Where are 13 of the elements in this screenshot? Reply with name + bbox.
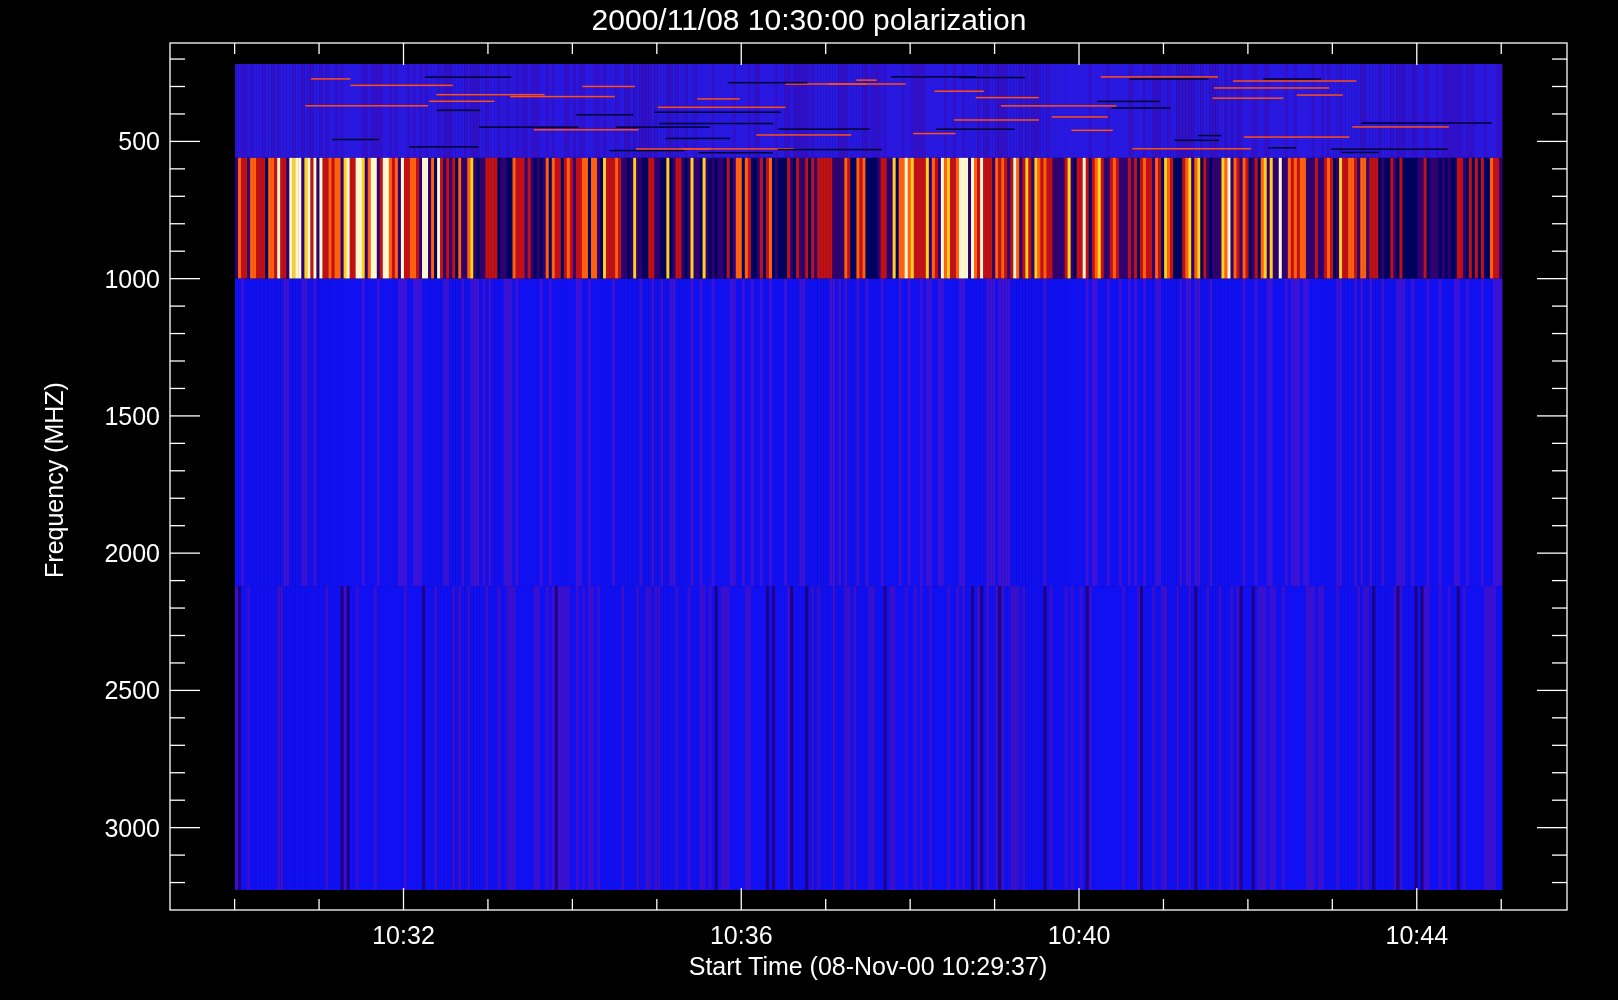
x-axis-label: Start Time (08-Nov-00 10:29:37) [688, 952, 1048, 980]
y-tick-label: 2000 [104, 539, 160, 568]
x-tick-label: 10:44 [1385, 921, 1449, 949]
x-tick-label: 10:40 [1047, 921, 1111, 949]
y-tick-label: 2500 [104, 676, 160, 705]
y-tick-label: 1000 [104, 264, 160, 293]
y-tick-label: 1500 [104, 401, 160, 430]
x-tick-label: 10:36 [710, 921, 773, 949]
chart-title: 2000/11/08 10:30:00 polarization [591, 3, 1027, 36]
y-axis-label: Frequency (MHZ) [40, 382, 68, 578]
x-tick-label: 10:32 [372, 921, 435, 949]
y-tick-label: 500 [118, 127, 160, 156]
y-tick-label: 3000 [104, 813, 160, 842]
